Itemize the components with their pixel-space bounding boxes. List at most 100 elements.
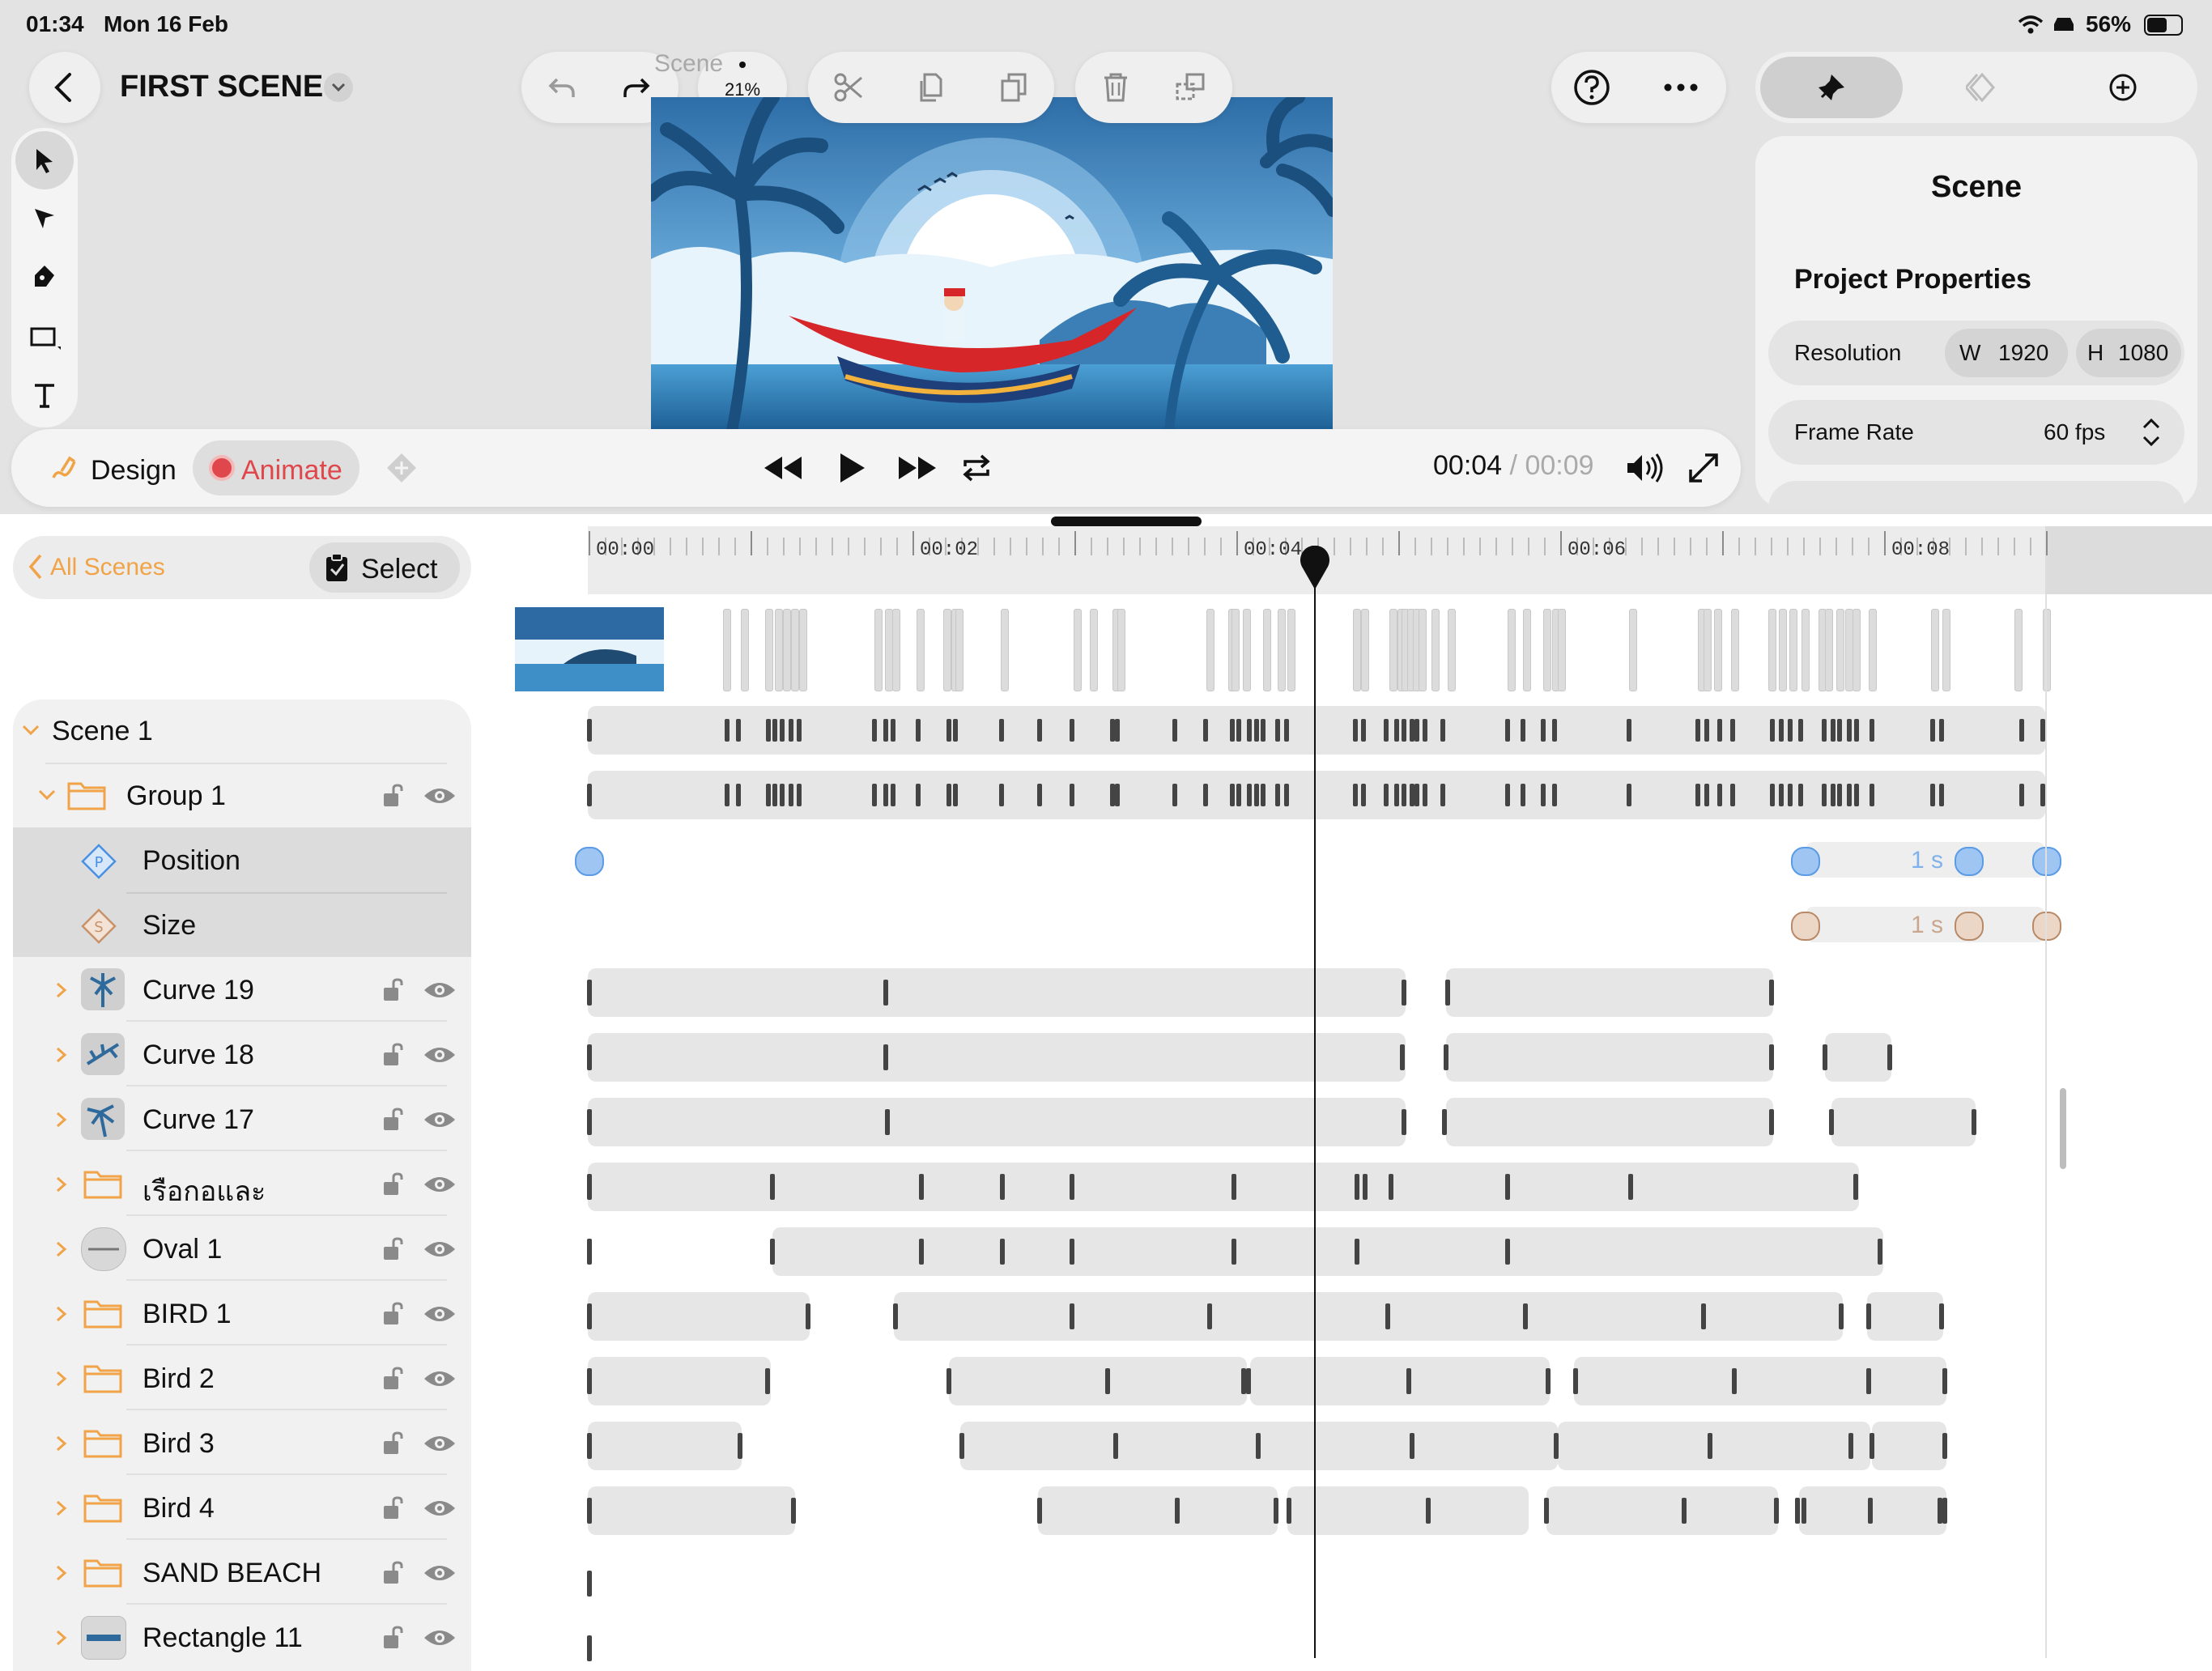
eye-icon[interactable] <box>423 1498 457 1519</box>
layer-row-scene[interactable]: Scene 1 <box>13 701 471 764</box>
vertical-scrollbar[interactable] <box>2060 1088 2066 1169</box>
add-keyframe-icon[interactable] <box>385 452 418 484</box>
chevron-right-icon[interactable] <box>55 981 68 999</box>
eye-icon[interactable] <box>423 1109 457 1130</box>
chevron-right-icon[interactable] <box>55 1370 68 1388</box>
delete-button[interactable] <box>1091 65 1140 110</box>
loop-icon[interactable] <box>959 452 994 484</box>
position-keyframe[interactable] <box>575 847 604 876</box>
position-keyframe[interactable] <box>1955 847 1984 876</box>
eye-icon[interactable] <box>423 1239 457 1260</box>
layer-row[interactable]: SAND BEACH <box>13 1540 471 1605</box>
position-keyframe[interactable] <box>2032 847 2061 876</box>
ungroup-button[interactable] <box>1166 65 1214 110</box>
chevron-right-icon[interactable] <box>55 1629 68 1647</box>
volume-icon[interactable] <box>1624 452 1670 484</box>
timeline-area[interactable] <box>486 526 2212 1658</box>
size-keyframe[interactable] <box>2032 912 2061 941</box>
more-button[interactable] <box>1657 65 1705 110</box>
chevron-right-icon[interactable] <box>55 1240 68 1258</box>
layer-row-group[interactable]: Group 1 <box>13 764 471 827</box>
animate-mode-button[interactable]: Animate <box>193 440 359 495</box>
unlock-icon[interactable] <box>382 1626 408 1650</box>
fullscreen-icon[interactable] <box>1687 452 1720 484</box>
pen-tool[interactable] <box>15 248 74 306</box>
eye-icon[interactable] <box>423 1303 457 1324</box>
back-button[interactable] <box>29 52 100 123</box>
unlock-icon[interactable] <box>382 1496 408 1520</box>
chevron-down-icon[interactable] <box>21 722 40 738</box>
eye-icon[interactable] <box>423 785 457 806</box>
layer-row[interactable]: เรือกอและ <box>13 1151 471 1216</box>
eye-icon[interactable] <box>423 1368 457 1389</box>
direct-select-tool[interactable] <box>15 189 74 248</box>
chevron-right-icon[interactable] <box>55 1176 68 1193</box>
layer-row[interactable]: Curve 17 <box>13 1086 471 1151</box>
unlock-icon[interactable] <box>382 1237 408 1261</box>
unlock-icon[interactable] <box>382 1108 408 1132</box>
chevron-right-icon[interactable] <box>55 1435 68 1452</box>
layer-row[interactable]: Rectangle 11 <box>13 1605 471 1660</box>
canvas-artwork[interactable] <box>651 97 1333 431</box>
tab-animate-inspector[interactable] <box>1914 57 2050 118</box>
rectangle-tool[interactable] <box>15 308 74 366</box>
chevron-right-icon[interactable] <box>55 1046 68 1064</box>
play-icon[interactable] <box>836 450 868 486</box>
eye-icon[interactable] <box>423 980 457 1001</box>
tab-design-inspector[interactable] <box>1760 57 1903 118</box>
unlock-icon[interactable] <box>382 1172 408 1197</box>
eye-icon[interactable] <box>423 1174 457 1195</box>
paste-button[interactable] <box>989 65 1038 110</box>
size-keyframe[interactable] <box>1955 912 1984 941</box>
position-keyframe[interactable] <box>1791 847 1820 876</box>
unlock-icon[interactable] <box>382 978 408 1002</box>
height-field[interactable]: H 1080 <box>2076 329 2181 377</box>
eye-icon[interactable] <box>423 1433 457 1454</box>
undo-button[interactable] <box>538 66 586 108</box>
select-tool[interactable] <box>15 131 74 189</box>
unlock-icon[interactable] <box>382 1431 408 1456</box>
position-transition-bar[interactable]: 1 s <box>1806 842 2045 878</box>
layer-row[interactable]: Oval 1 <box>13 1216 471 1281</box>
scene-menu-button[interactable] <box>324 73 353 102</box>
frame-rate-row[interactable]: Frame Rate 60 fps <box>1768 400 2184 465</box>
width-field[interactable]: W 1920 <box>1945 329 2068 377</box>
fast-forward-icon[interactable] <box>897 453 939 483</box>
chevron-right-icon[interactable] <box>55 1564 68 1582</box>
layer-row[interactable]: Bird 3 <box>13 1410 471 1475</box>
layer-row[interactable]: Curve 19 <box>13 957 471 1022</box>
panel-resize-handle[interactable] <box>1051 517 1202 526</box>
chevron-down-icon[interactable] <box>37 787 57 803</box>
layer-row[interactable]: BIRD 1 <box>13 1281 471 1346</box>
rewind-icon[interactable] <box>761 453 803 483</box>
eye-icon[interactable] <box>423 1627 457 1648</box>
scene-title[interactable]: FIRST SCENE <box>120 70 323 104</box>
status-date: Mon 16 Feb <box>104 11 229 36</box>
property-row-position[interactable]: P Position <box>13 827 471 894</box>
property-row-size[interactable]: S Size <box>13 894 471 957</box>
layer-row[interactable]: Bird 2 <box>13 1346 471 1410</box>
size-keyframe[interactable] <box>1791 912 1820 941</box>
tab-add-inspector[interactable] <box>2055 57 2191 118</box>
unlock-icon[interactable] <box>382 784 408 808</box>
unlock-icon[interactable] <box>382 1302 408 1326</box>
cut-button[interactable] <box>824 65 873 110</box>
chevron-right-icon[interactable] <box>55 1111 68 1129</box>
select-button[interactable]: Select <box>309 542 460 593</box>
text-tool[interactable] <box>15 366 74 424</box>
copy-button[interactable] <box>907 65 955 110</box>
unlock-icon[interactable] <box>382 1043 408 1067</box>
unlock-icon[interactable] <box>382 1561 408 1585</box>
eye-icon[interactable] <box>423 1563 457 1584</box>
playhead-line[interactable] <box>1314 567 1316 1658</box>
layer-row[interactable]: Bird 4 <box>13 1475 471 1540</box>
chevron-right-icon[interactable] <box>55 1499 68 1517</box>
help-button[interactable] <box>1568 65 1616 110</box>
design-mode-button[interactable]: Design <box>31 440 189 495</box>
layer-row[interactable]: Curve 18 <box>13 1022 471 1086</box>
chevron-right-icon[interactable] <box>55 1305 68 1323</box>
playhead-handle[interactable] <box>1299 546 1331 591</box>
size-transition-bar[interactable]: 1 s <box>1806 907 2045 942</box>
eye-icon[interactable] <box>423 1044 457 1065</box>
unlock-icon[interactable] <box>382 1367 408 1391</box>
